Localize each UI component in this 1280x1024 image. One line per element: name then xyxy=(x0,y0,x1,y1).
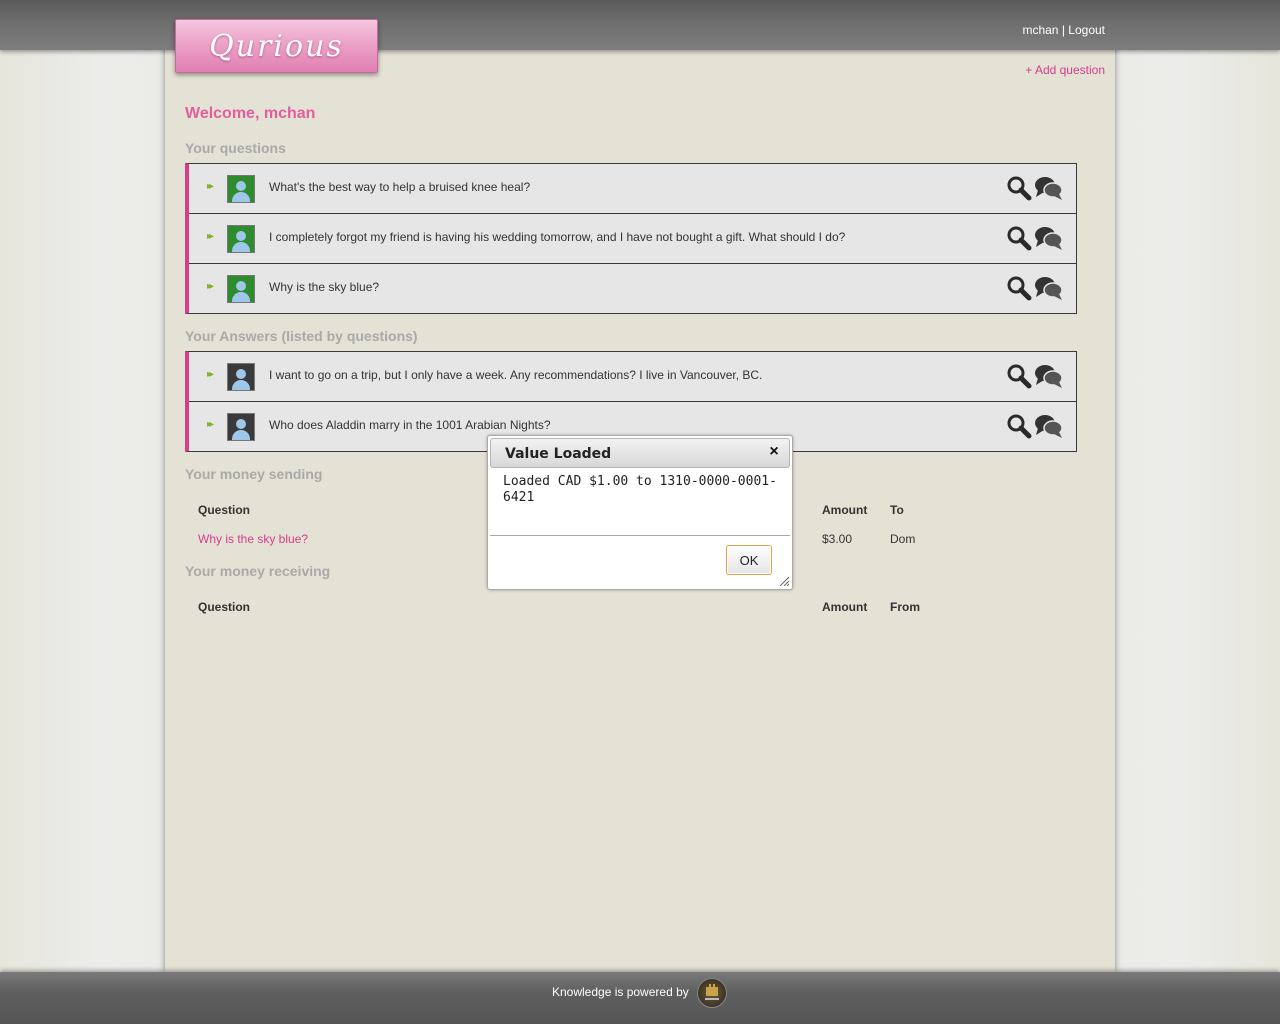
add-question-link[interactable]: + Add question xyxy=(1025,63,1105,77)
comments-icon[interactable] xyxy=(1034,363,1064,389)
comments-icon[interactable] xyxy=(1034,225,1064,251)
mintchip-logo-icon[interactable] xyxy=(697,978,727,1008)
double-arrow-icon: ▸▸ xyxy=(207,181,214,192)
column-header-amount: Amount xyxy=(822,600,868,614)
dialog-message: Loaded CAD $1.00 to 1310-0000-0001-6421 xyxy=(503,474,777,505)
question-row[interactable]: ▸▸ Why is the sky blue? xyxy=(189,263,1076,313)
user-links: mchan | Logout xyxy=(1022,23,1105,37)
search-icon[interactable] xyxy=(1006,175,1032,201)
search-icon[interactable] xyxy=(1006,413,1032,439)
money-sending-title: Your money sending xyxy=(185,466,323,482)
user-links-separator: | xyxy=(1061,23,1065,37)
comments-icon[interactable] xyxy=(1034,175,1064,201)
logout-link[interactable]: Logout xyxy=(1068,23,1105,37)
avatar xyxy=(227,363,255,391)
question-text[interactable]: Who does Aladdin marry in the 1001 Arabi… xyxy=(269,418,551,432)
your-answers-title: Your Answers (listed by questions) xyxy=(185,328,418,344)
search-icon[interactable] xyxy=(1006,363,1032,389)
footer-text: Knowledge is powered by xyxy=(552,985,689,999)
dialog-divider xyxy=(490,535,790,536)
avatar xyxy=(227,175,255,203)
search-icon[interactable] xyxy=(1006,275,1032,301)
question-text[interactable]: I completely forgot my friend is having … xyxy=(269,230,845,244)
resize-handle-icon[interactable] xyxy=(779,576,789,586)
footer: Knowledge is powered by xyxy=(0,972,1280,1024)
question-row[interactable]: ▸▸ I completely forgot my friend is havi… xyxy=(189,213,1076,263)
column-header-question: Question xyxy=(198,600,251,614)
sending-recipient: Dom xyxy=(890,532,916,546)
question-text[interactable]: I want to go on a trip, but I only have … xyxy=(269,368,762,382)
dialog-titlebar[interactable]: Value Loaded × xyxy=(490,438,790,468)
double-arrow-icon: ▸▸ xyxy=(207,231,214,242)
username-link[interactable]: mchan xyxy=(1022,23,1058,37)
question-row[interactable]: ▸▸ What's the best way to help a bruised… xyxy=(189,164,1076,213)
comments-icon[interactable] xyxy=(1034,275,1064,301)
search-icon[interactable] xyxy=(1006,225,1032,251)
column-header-question: Question xyxy=(198,503,251,517)
sending-amount: $3.00 xyxy=(822,532,853,546)
welcome-heading: Welcome, mchan xyxy=(185,105,316,122)
site-logo[interactable]: Qurious xyxy=(175,19,378,73)
avatar xyxy=(227,275,255,303)
sending-question-link[interactable]: Why is the sky blue? xyxy=(198,532,308,546)
avatar xyxy=(227,413,255,441)
column-header-amount: Amount xyxy=(822,503,868,517)
ok-button[interactable]: OK xyxy=(726,545,772,575)
question-text[interactable]: Why is the sky blue? xyxy=(269,280,379,294)
money-receiving-title: Your money receiving xyxy=(185,563,331,579)
your-questions-list: ▸▸ What's the best way to help a bruised… xyxy=(185,163,1077,314)
column-header-from: From xyxy=(890,600,920,614)
double-arrow-icon: ▸▸ xyxy=(207,369,214,380)
avatar xyxy=(227,225,255,253)
close-icon[interactable]: × xyxy=(766,444,782,460)
double-arrow-icon: ▸▸ xyxy=(207,419,214,430)
answer-row[interactable]: ▸▸ I want to go on a trip, but I only ha… xyxy=(189,352,1076,401)
your-questions-title: Your questions xyxy=(185,140,286,156)
column-header-to: To xyxy=(890,503,904,517)
comments-icon[interactable] xyxy=(1034,413,1064,439)
value-loaded-dialog: Value Loaded × Loaded CAD $1.00 to 1310-… xyxy=(487,435,793,590)
logo-text: Qurious xyxy=(209,28,344,64)
dialog-title: Value Loaded xyxy=(505,446,612,462)
double-arrow-icon: ▸▸ xyxy=(207,281,214,292)
question-text[interactable]: What's the best way to help a bruised kn… xyxy=(269,180,530,194)
